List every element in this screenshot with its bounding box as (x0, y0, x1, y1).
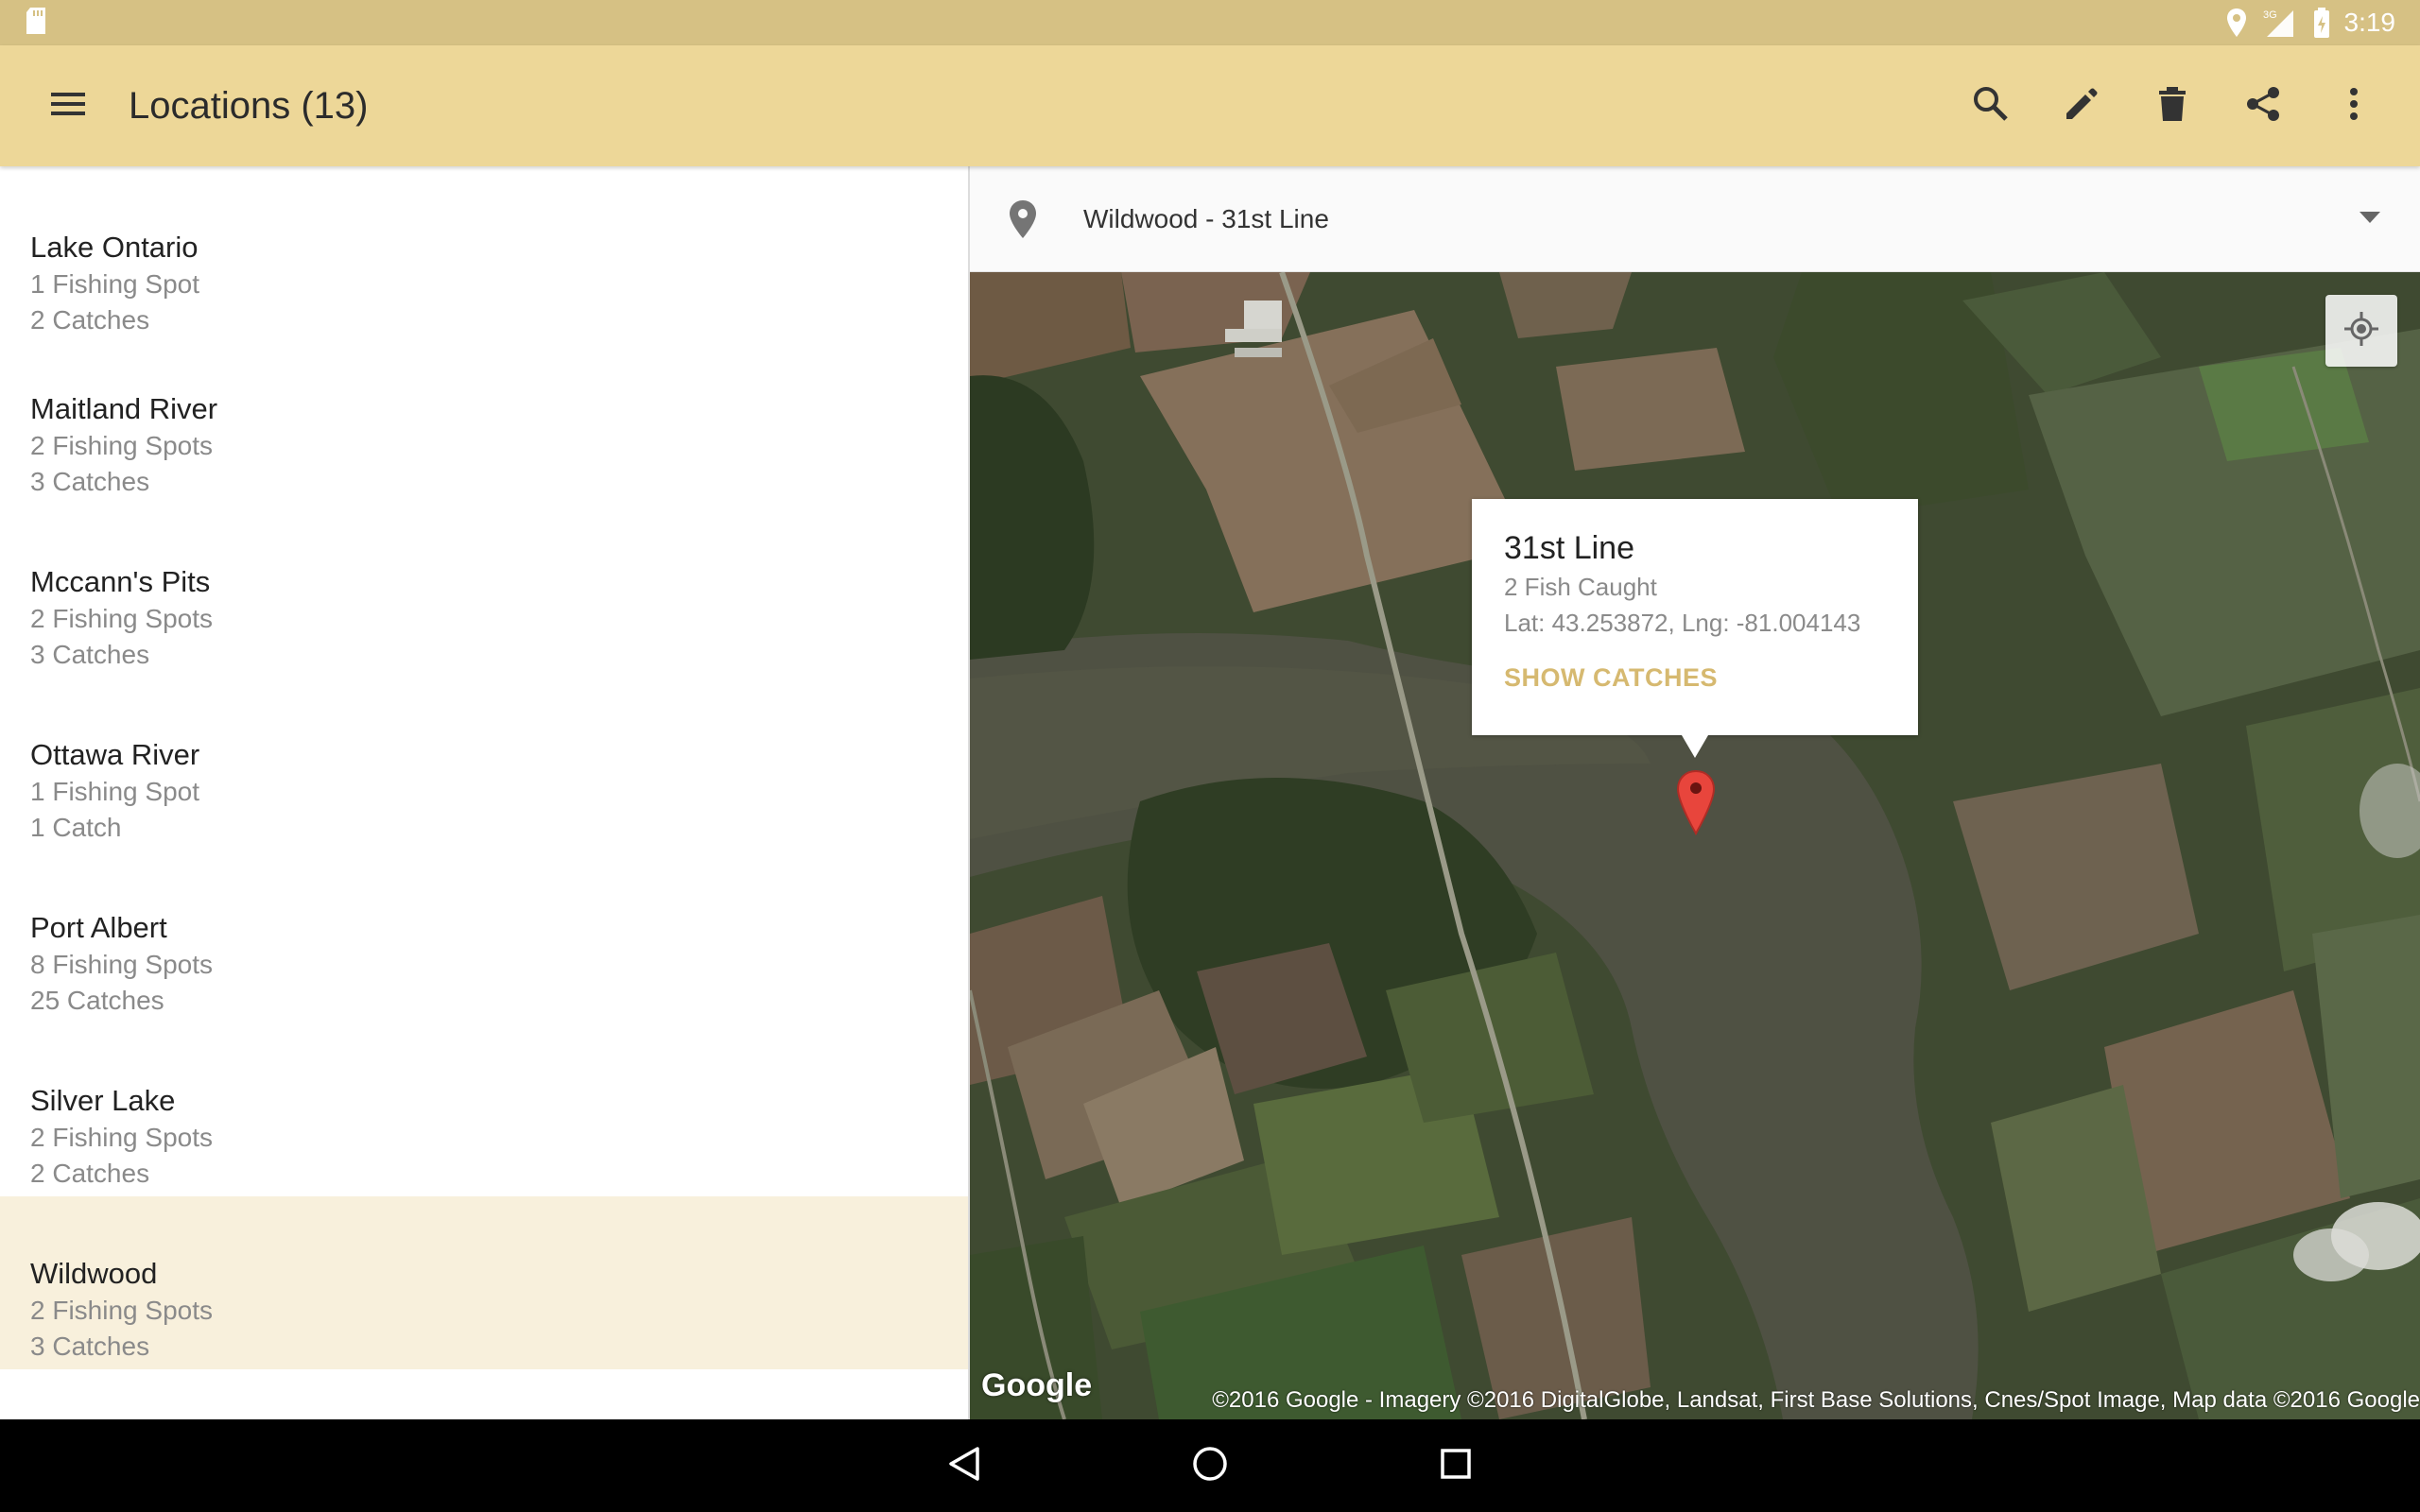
sd-card-icon (25, 7, 47, 40)
my-location-button[interactable] (2325, 295, 2397, 367)
system-nav-bar (0, 1419, 2420, 1512)
map-marker-icon[interactable] (1675, 769, 1717, 836)
location-catches: 25 Catches (30, 986, 164, 1015)
google-logo: Google (981, 1367, 1093, 1403)
spot-coordinates: Lat: 43.253872, Lng: -81.004143 (1504, 609, 1861, 637)
location-catches: 3 Catches (30, 1332, 150, 1361)
location-spots: 1 Fishing Spot (30, 269, 199, 299)
location-spots: 8 Fishing Spots (30, 950, 213, 979)
share-button[interactable] (2229, 72, 2297, 140)
location-catches: 3 Catches (30, 640, 150, 669)
map-pane: Wildwood - 31st Line 31st Line 2 Fish Ca… (970, 166, 2420, 1419)
show-catches-button[interactable]: SHOW CATCHES (1504, 663, 1886, 693)
location-name: Lake Ontario (30, 231, 199, 264)
edit-icon (2063, 85, 2100, 128)
spot-title: 31st Line (1504, 530, 1634, 566)
location-name: Port Albert (30, 911, 167, 944)
delete-icon (2155, 85, 2189, 128)
location-catches: 2 Catches (30, 1159, 150, 1188)
location-name: Ottawa River (30, 738, 200, 771)
location-name: Maitland River (30, 392, 218, 425)
location-name: Silver Lake (30, 1084, 176, 1117)
location-spots: 2 Fishing Spots (30, 1123, 213, 1152)
back-triangle-icon (947, 1445, 981, 1487)
location-name: Mccann's Pits (30, 565, 211, 598)
crosshair-icon (2342, 310, 2380, 352)
locations-list: Lake Ontario 1 Fishing Spot 2 Catches Ma… (0, 166, 968, 1419)
status-bar: 3G 3:19 (0, 0, 2420, 45)
recents-button[interactable] (1423, 1433, 1489, 1499)
recents-square-icon (1439, 1447, 1473, 1486)
signal-icon: 3G (2261, 7, 2299, 39)
map-attribution: ©2016 Google - Imagery ©2016 DigitalGlob… (1212, 1387, 2420, 1413)
search-button[interactable] (1957, 72, 2025, 140)
dropdown-value: Wildwood - 31st Line (1083, 203, 1329, 233)
menu-button[interactable] (34, 72, 102, 140)
edit-button[interactable] (2048, 72, 2116, 140)
app-bar: Locations (13) (0, 45, 2420, 166)
chevron-down-icon (2360, 211, 2380, 228)
battery-icon (2312, 7, 2331, 39)
fishing-spot-dropdown[interactable]: Wildwood - 31st Line (970, 166, 2420, 272)
delete-button[interactable] (2138, 72, 2206, 140)
location-name: Wildwood (30, 1257, 158, 1290)
home-circle-icon (1191, 1445, 1229, 1487)
network-type: 3G (2263, 9, 2277, 21)
fish-caught: 2 Fish Caught (1504, 573, 1657, 601)
list-item[interactable]: Lake Ontario 1 Fishing Spot 2 Catches (0, 166, 968, 335)
location-catches: 1 Catch (30, 813, 122, 842)
location-pin-icon (1004, 197, 1042, 242)
location-icon (2225, 8, 2248, 38)
location-spots: 2 Fishing Spots (30, 431, 213, 460)
map-imagery (970, 272, 2420, 1419)
back-button[interactable] (931, 1433, 997, 1499)
overflow-icon (2348, 87, 2360, 126)
overflow-menu-button[interactable] (2320, 72, 2388, 140)
home-button[interactable] (1177, 1433, 1243, 1499)
list-item[interactable]: Mccann's Pits 2 Fishing Spots 3 Catches (0, 505, 968, 678)
location-spots: 2 Fishing Spots (30, 604, 213, 633)
search-icon (1972, 85, 2010, 128)
location-spots: 1 Fishing Spot (30, 777, 199, 806)
list-item[interactable]: Maitland River 2 Fishing Spots 3 Catches (0, 332, 968, 505)
hamburger-icon (51, 91, 85, 122)
marker-info-window[interactable]: 31st Line 2 Fish Caught Lat: 43.253872, … (1472, 499, 1918, 758)
satellite-map[interactable]: 31st Line 2 Fish Caught Lat: 43.253872, … (970, 272, 2420, 1419)
location-spots: 2 Fishing Spots (30, 1296, 213, 1325)
list-item-selected[interactable]: Wildwood 2 Fishing Spots 3 Catches (0, 1196, 968, 1369)
list-item[interactable]: Ottawa River 1 Fishing Spot 1 Catch (0, 678, 968, 850)
location-catches: 3 Catches (30, 467, 150, 496)
page-title: Locations (13) (129, 84, 369, 127)
list-item[interactable]: Silver Lake 2 Fishing Spots 2 Catches (0, 1023, 968, 1196)
list-item[interactable]: Port Albert 8 Fishing Spots 25 Catches (0, 850, 968, 1023)
clock: 3:19 (2343, 8, 2396, 37)
share-icon (2244, 85, 2282, 128)
